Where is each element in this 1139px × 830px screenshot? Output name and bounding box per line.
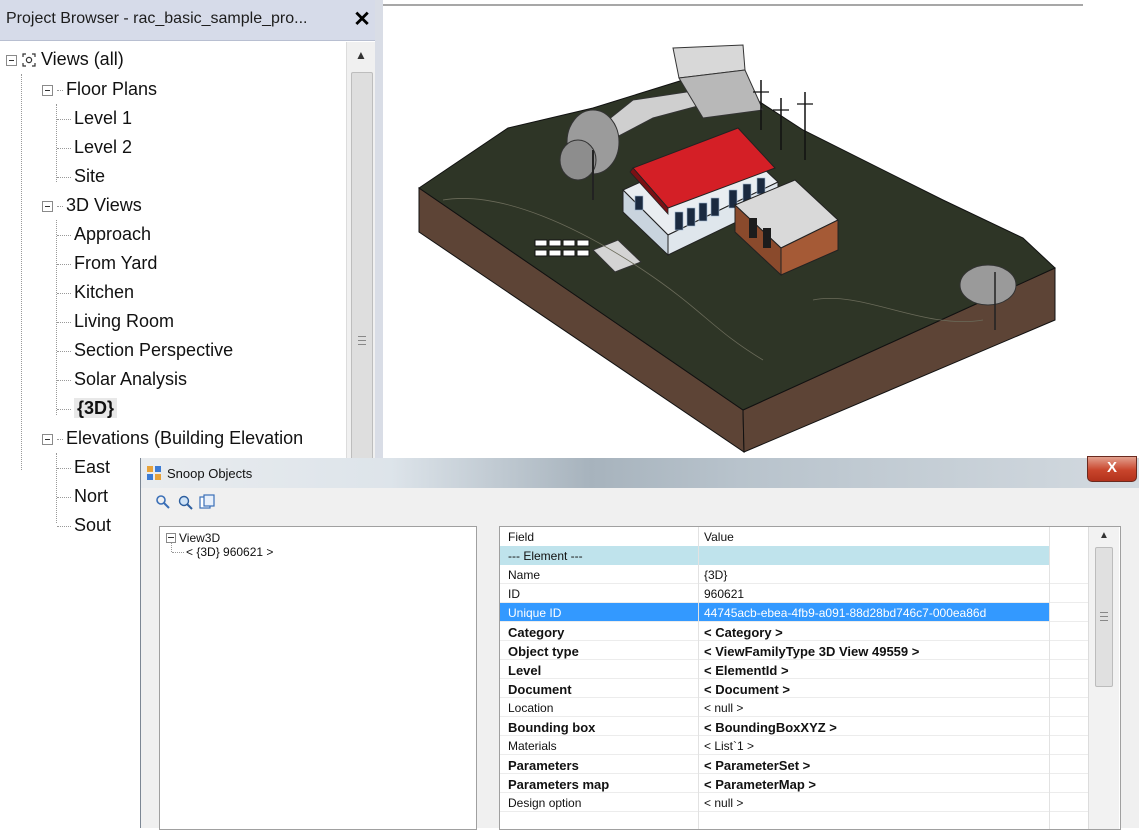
grid-row[interactable]: Parameters < ParameterSet > [500, 755, 1088, 774]
tree-item-east[interactable]: East [57, 453, 110, 481]
tree-root-label: Views (all) [41, 49, 124, 69]
grid-value: < BoundingBoxXYZ > [704, 720, 837, 735]
scroll-up-arrow-icon[interactable]: ▲ [1089, 527, 1119, 545]
tree-item-approach[interactable]: Approach [57, 220, 151, 248]
tree-item-site[interactable]: Site [57, 162, 105, 190]
grid-value: < ParameterMap > [704, 777, 817, 792]
snoop-title: Snoop Objects [167, 466, 253, 481]
snoop-toolbar [141, 489, 1139, 515]
grid-value: < Category > [704, 625, 783, 640]
snoop-objects-window: Snoop Objects X View3D < {3D} 960621 > F… [140, 456, 1139, 830]
tree-item-north[interactable]: Nort [57, 482, 108, 510]
grid-field: Category [508, 625, 565, 640]
snoop-tree-root[interactable]: View3D [166, 531, 220, 545]
grid-row[interactable]: Location < null > [500, 698, 1088, 717]
tree-group-elevations[interactable]: Elevations (Building Elevation [42, 424, 303, 452]
grid-row[interactable]: ID 960621 [500, 584, 1088, 603]
grid-value: 44745acb-ebea-4fb9-a091-88d28bd746c7-000… [704, 606, 987, 620]
grid-field: Unique ID [508, 606, 562, 620]
grid-value: < ElementId > [704, 663, 789, 678]
grid-field: Location [508, 701, 554, 715]
scroll-thumb[interactable] [1095, 547, 1113, 687]
grid-field: Materials [508, 739, 557, 753]
close-icon[interactable]: ✕ [350, 8, 374, 32]
grid-row[interactable]: Object type < ViewFamilyType 3D View 4955… [500, 641, 1088, 660]
tree-item-solar-analysis[interactable]: Solar Analysis [57, 365, 187, 393]
scroll-up-arrow-icon[interactable]: ▲ [347, 42, 375, 68]
grid-row[interactable]: Materials < List`1 > [500, 736, 1088, 755]
tree-root-views[interactable]: Views (all) [6, 45, 124, 73]
tree-item-level-2[interactable]: Level 2 [57, 133, 132, 161]
grid-value: < ParameterSet > [704, 758, 811, 773]
grid-scrollbar[interactable]: ▲ [1088, 527, 1119, 829]
grid-field: Design option [508, 796, 582, 810]
grid-row[interactable]: Document < Document > [500, 679, 1088, 698]
tree-group-floor-plans[interactable]: Floor Plans [42, 75, 157, 103]
snoop-toolbar-copy-icon[interactable] [199, 494, 215, 510]
grid-field: ID [508, 587, 520, 601]
tree-group-3d-views[interactable]: 3D Views [42, 191, 142, 219]
grid-field: Document [508, 682, 572, 697]
grid-header-row: Field Value [500, 527, 1088, 546]
grid-row[interactable]: Name {3D} [500, 565, 1088, 584]
snoop-object-tree[interactable]: View3D < {3D} 960621 > [159, 526, 477, 830]
grid-section-row[interactable]: --- Element --- [500, 546, 1050, 565]
snoop-tree-item-3d[interactable]: < {3D} 960621 > [172, 545, 273, 559]
snoop-toolbar-search-icon[interactable] [177, 494, 193, 510]
grid-row[interactable]: Design option < null > [500, 793, 1088, 812]
project-browser-titlebar: Project Browser - rac_basic_sample_pro..… [0, 0, 380, 41]
grid-row[interactable]: Level < ElementId > [500, 660, 1088, 679]
grid-header-field: Field [508, 530, 535, 544]
grid-field: Level [508, 663, 542, 678]
grid-row[interactable]: Bounding box < BoundingBoxXYZ > [500, 717, 1088, 736]
grid-field: Object type [508, 644, 579, 659]
grid-value: < null > [704, 796, 744, 810]
grid-value: < null > [704, 701, 744, 715]
grid-field: Parameters [508, 758, 579, 773]
grid-value: < Document > [704, 682, 790, 697]
snoop-titlebar[interactable]: Snoop Objects X [141, 456, 1139, 488]
grid-value: < List`1 > [704, 739, 755, 753]
snoop-app-icon [147, 466, 161, 480]
tree-item-section-perspective[interactable]: Section Perspective [57, 336, 233, 364]
views-icon [22, 53, 36, 67]
tree-item-living-room[interactable]: Living Room [57, 307, 174, 335]
close-button[interactable]: X [1087, 456, 1137, 482]
grid-value: 960621 [704, 587, 745, 601]
grid-field: Name [508, 568, 541, 582]
tree-item-south[interactable]: Sout [57, 511, 111, 539]
grid-row[interactable]: Category < Category > [500, 622, 1088, 641]
3d-viewport[interactable] [383, 0, 1139, 460]
grid-value: < ViewFamilyType 3D View 49559 > [704, 644, 920, 659]
model-3d-view [418, 44, 1056, 453]
project-browser-title: Project Browser - rac_basic_sample_pro..… [6, 10, 308, 27]
snoop-property-grid[interactable]: Field Value --- Element --- Name {3D} ID 96… [499, 526, 1121, 830]
tree-item-level-1[interactable]: Level 1 [57, 104, 132, 132]
tree-item-3d[interactable]: {3D} [57, 394, 118, 422]
grid-field: Bounding box [508, 720, 596, 735]
grid-row[interactable]: Unique ID 44745acb-ebea-4fb9-a091-88d28bd… [500, 603, 1050, 622]
snoop-toolbar-snoop-icon[interactable] [155, 494, 171, 510]
tree-item-kitchen[interactable]: Kitchen [57, 278, 134, 306]
grid-value: {3D} [704, 568, 728, 582]
grid-header-value: Value [704, 530, 734, 544]
tree-item-from-yard[interactable]: From Yard [57, 249, 157, 277]
grid-field: Parameters map [508, 777, 610, 792]
grid-row[interactable]: Parameters map < ParameterMap > [500, 774, 1088, 793]
